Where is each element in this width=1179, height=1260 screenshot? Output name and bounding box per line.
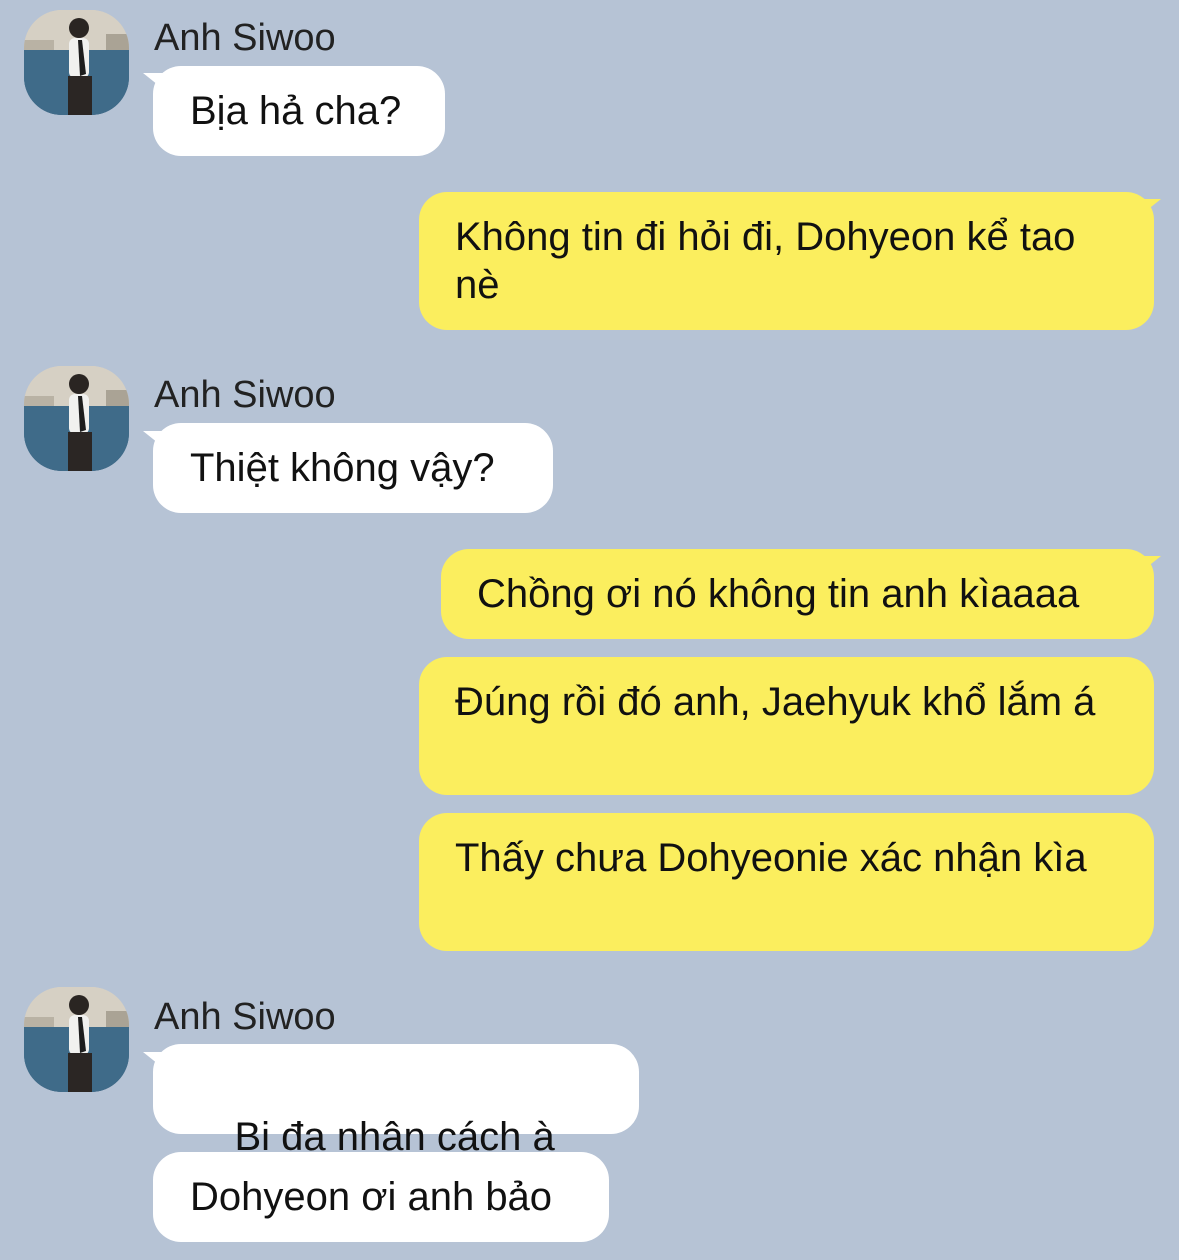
contact-avatar[interactable] (24, 10, 129, 115)
chat-thread[interactable]: Anh Siwoo Bịa hả cha? Không tin đi hỏi đ… (0, 0, 1179, 1251)
profile-photo-icon (24, 10, 129, 115)
incoming-message[interactable]: Bịa hả cha? (153, 66, 445, 156)
profile-photo-icon (24, 987, 129, 1092)
sender-name: Anh Siwoo (154, 17, 336, 59)
incoming-message[interactable]: Bị đa nhân cách à (153, 1044, 639, 1210)
contact-avatar[interactable] (24, 987, 129, 1092)
incoming-message[interactable]: Thiệt không vậy? (153, 423, 553, 513)
outgoing-message[interactable]: Không tin đi hỏi đi, Dohyeon kể tao nè (419, 192, 1154, 330)
incoming-message[interactable]: Dohyeon ơi anh bảo (153, 1152, 609, 1242)
outgoing-message[interactable]: Thấy chưa Dohyeonie xác nhận kìa (419, 813, 1154, 951)
outgoing-message[interactable]: Chồng ơi nó không tin anh kìaaaa (441, 549, 1154, 639)
outgoing-message[interactable]: Đúng rồi đó anh, Jaehyuk khổ lắm á (419, 657, 1154, 795)
profile-photo-icon (24, 366, 129, 471)
contact-avatar[interactable] (24, 366, 129, 471)
sender-name: Anh Siwoo (154, 996, 336, 1038)
sender-name: Anh Siwoo (154, 374, 336, 416)
